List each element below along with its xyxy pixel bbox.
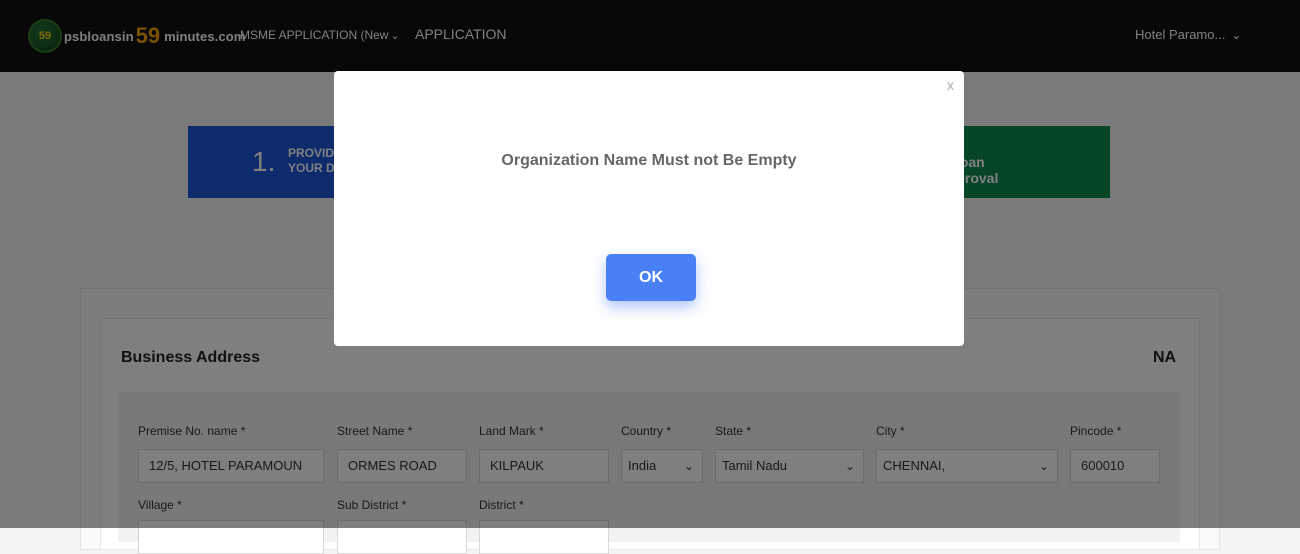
ok-button[interactable]: OK [606, 254, 696, 301]
close-icon[interactable]: x [947, 77, 954, 93]
error-modal: x Organization Name Must not Be Empty OK [334, 71, 964, 346]
modal-message: Organization Name Must not Be Empty [501, 152, 797, 169]
